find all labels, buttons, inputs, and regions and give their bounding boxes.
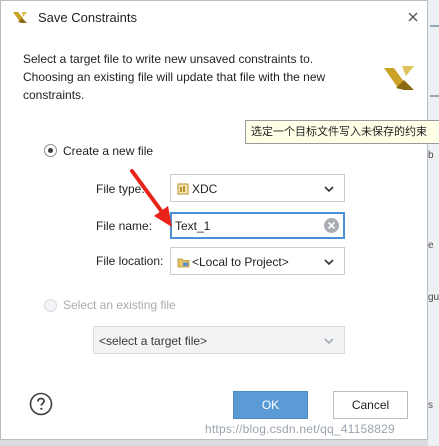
file-location-select[interactable]: <Local to Project> — [170, 247, 345, 275]
existing-file-select[interactable]: <select a target file> — [93, 326, 345, 354]
file-type-select[interactable]: XDC — [170, 174, 345, 202]
existing-file-value: <select a target file> — [99, 334, 208, 348]
create-new-file-radio[interactable] — [44, 144, 57, 157]
watermark-url: https://blog.csdn.net/qq_41158829 — [205, 422, 395, 436]
background-text-fragment: e — [428, 240, 434, 251]
background-text-fragment: s — [428, 400, 433, 411]
create-new-file-label[interactable]: Create a new file — [63, 144, 153, 158]
help-icon[interactable] — [29, 392, 53, 416]
chevron-down-icon — [324, 259, 334, 266]
vivado-brand-logo-icon — [384, 66, 414, 90]
file-name-field[interactable] — [170, 212, 345, 239]
file-type-value: XDC — [192, 182, 218, 196]
background-separator — [430, 25, 439, 27]
chevron-down-icon — [324, 186, 334, 193]
background-text-fragment: b — [428, 150, 434, 161]
file-type-label: File type: — [96, 182, 145, 196]
file-location-value: <Local to Project> — [192, 255, 289, 269]
title-bar: Save Constraints — [1, 1, 427, 34]
translation-tooltip: 选定一个目标文件写入未保存的约束 — [245, 120, 439, 144]
select-existing-file-radio[interactable] — [44, 299, 57, 312]
ok-button[interactable]: OK — [233, 391, 308, 419]
save-constraints-dialog: Save Constraints Select a target file to… — [0, 0, 428, 440]
background-app-strip: b e gu s — [428, 0, 439, 446]
select-existing-file-label[interactable]: Select an existing file — [63, 298, 176, 312]
clear-text-icon[interactable] — [323, 217, 340, 234]
vivado-logo-icon — [13, 12, 27, 23]
file-name-label: File name: — [96, 219, 153, 233]
cancel-button[interactable]: Cancel — [333, 391, 408, 419]
background-separator — [430, 95, 439, 97]
close-button[interactable] — [403, 7, 423, 27]
file-name-input[interactable] — [175, 217, 315, 234]
dialog-description: Select a target file to write new unsave… — [23, 52, 326, 102]
chevron-down-icon — [324, 338, 334, 345]
project-folder-icon — [177, 258, 190, 268]
background-text-fragment: gu — [428, 292, 439, 303]
xdc-file-icon — [177, 183, 189, 195]
dialog-title: Save Constraints — [38, 10, 137, 25]
file-location-label: File location: — [96, 254, 164, 268]
close-icon — [408, 12, 418, 22]
